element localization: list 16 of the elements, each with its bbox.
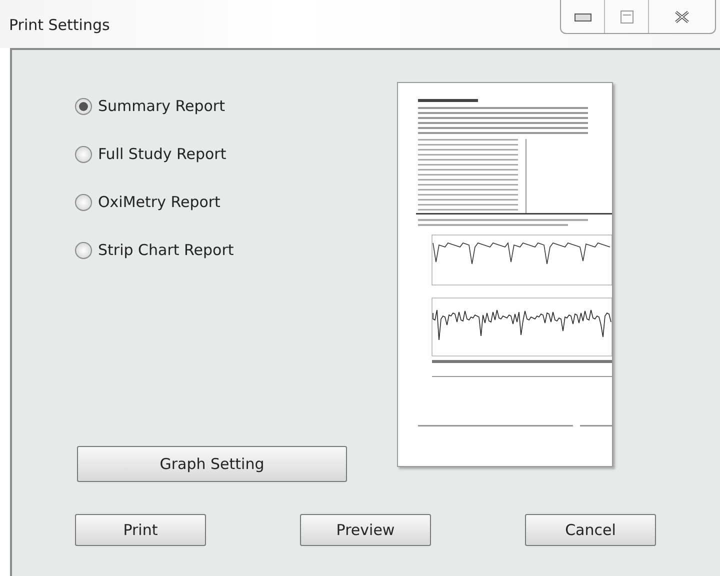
minimize-icon (574, 12, 592, 22)
window-title: Print Settings (8, 15, 110, 36)
dialog-button[interactable]: Cancel (525, 514, 656, 546)
radio-label[interactable]: OxiMetry Report (98, 190, 220, 214)
maximize-icon (620, 10, 634, 24)
dialog-button[interactable]: Preview (300, 514, 431, 546)
graph-setting-button[interactable]: Graph Setting (77, 446, 347, 482)
radio-button[interactable] (75, 98, 92, 114)
radio-label[interactable]: Full Study Report (98, 142, 226, 166)
radio-label[interactable]: Summary Report (98, 94, 225, 118)
radio-label[interactable]: Strip Chart Report (98, 238, 234, 262)
radio-button[interactable] (75, 194, 92, 210)
radio-button[interactable] (75, 242, 92, 258)
dialog-button[interactable]: Print (75, 514, 206, 546)
close-icon (674, 10, 690, 24)
radio-button[interactable] (75, 146, 92, 162)
